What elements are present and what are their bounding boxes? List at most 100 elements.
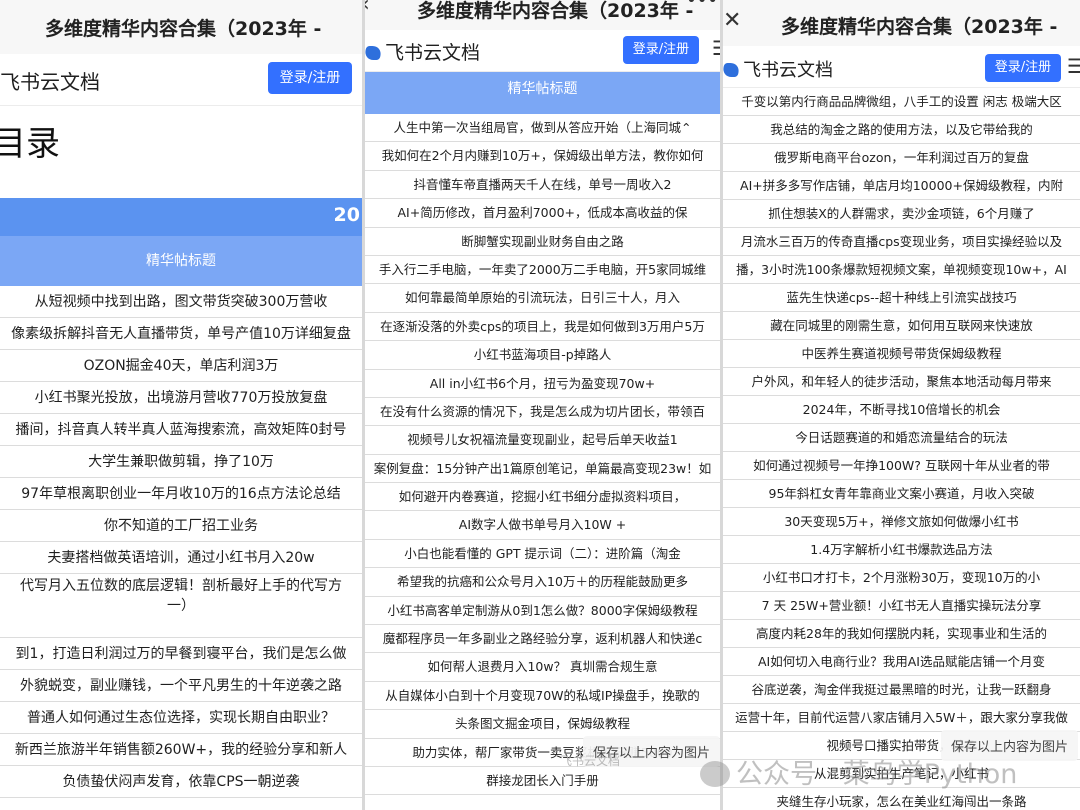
table-row[interactable]: 小红书蓝海项目-p掉路人 (365, 341, 720, 370)
table-row[interactable]: 从自媒体小白到十个月变现70W的私域IP操盘手，挽歌的 (365, 682, 720, 711)
table-row[interactable]: 播间，抖音真人转半真人蓝海搜索流，高效矩阵0封号 (0, 414, 362, 446)
table-row[interactable]: 如何帮人退费月入10w？ 真圳需合规生意 (365, 653, 720, 682)
table-row[interactable]: 如何通过视频号一年挣100W? 互联网十年从业者的带 (723, 452, 1080, 480)
table-row[interactable]: AI数字人做书单号月入10W + (365, 511, 720, 540)
table-row[interactable]: 谷底逆袭，淘金伴我挺过最黑暗的时光，让我一跃翻身 (723, 676, 1080, 704)
app-name: 飞书云文档 (743, 60, 833, 81)
feishu-header: 飞书云文档 登录/注册 ☰ (723, 46, 1080, 88)
app-name: 飞书云文档 (0, 70, 100, 94)
table-row[interactable]: 你不知道的工厂招工业务 (0, 510, 362, 542)
table-row[interactable]: 1.4万字解析小红书爆款选品方法 (723, 536, 1080, 564)
login-register-button[interactable]: 登录/注册 (623, 36, 699, 64)
app-name: 飞书云文档 (385, 42, 481, 64)
doc-title: 多维度精华内容合集（2023年 - (417, 0, 694, 22)
table-row[interactable]: OZON掘金40天，单店利润3万 (0, 350, 362, 382)
table-row[interactable]: AI+简历修改，首月盈利7000+，低成本高收益的保 (365, 199, 720, 228)
table-row[interactable]: 大学生兼职做剪辑，挣了10万 (0, 446, 362, 478)
table-row[interactable]: 今日话题赛道的和婚恋流量结合的玩法 (723, 424, 1080, 452)
table-row[interactable]: 到1，打造日利润过万的早餐到寝平台，我们是怎么做 (0, 638, 362, 670)
faint-overlay-text: 飞书云文档 (560, 754, 621, 768)
feishu-header: 飞书云文档 登录/注册 ☰ (365, 30, 720, 72)
screenshot-panel-2: ‹ 多维度精华内容合集（2023年 - ••• 飞书云文档 登录/注册 ☰ 精华… (362, 0, 720, 810)
login-register-button[interactable]: 登录/注册 (985, 54, 1061, 82)
table-row[interactable]: 希望我的抗癌和公众号月入10万＋的历程能鼓励更多 (365, 568, 720, 597)
table-row[interactable]: 我总结的淘金之路的使用方法，以及它带给我的 (723, 116, 1080, 144)
table-row[interactable]: 如何靠最简单原始的引流玩法，日引三十人，月入 (365, 284, 720, 313)
table-row[interactable]: 外貌蜕变，副业赚钱，一个平凡男生的十年逆袭之路 (0, 670, 362, 702)
app-name-wrap: 飞书云文档 (723, 56, 833, 82)
table-row[interactable]: 夫妻搭档做英语培训，通过小红书月入20w (0, 542, 362, 574)
wechat-watermark-icon (700, 761, 730, 787)
table-row[interactable]: 千变以第内行商品品牌微组，八手工的设置 闲志 极端大区 (723, 88, 1080, 116)
table-row[interactable]: 群接龙团长入门手册 (365, 767, 720, 796)
table-row[interactable]: 案例复盘：15分钟产出1篇原创笔记，单篇最高变现23w！如 (365, 455, 720, 484)
year-fragment: 20 (333, 204, 360, 226)
wechat-title-bar: 多维度精华内容合集（2023年 - (0, 0, 362, 54)
table-row[interactable]: AI如何切入电商行业？我用AI选品赋能店铺一个月变 (723, 648, 1080, 676)
table-row[interactable]: 抓住想装X的人群需求，卖沙金项链，6个月赚了 (723, 200, 1080, 228)
table-row[interactable]: 高度内耗28年的我如何摆脱内耗，实现事业和生活的 (723, 620, 1080, 648)
app-name-wrap: 飞书云文档 (365, 38, 480, 65)
feishu-logo-icon (365, 46, 383, 60)
watermark-text: 公众号 · 菜鸟学Python (736, 759, 1018, 790)
table-row[interactable]: 抖音懂车帝直播两天千人在线，单号一周收入2 (365, 171, 720, 200)
table-row[interactable]: 运营十年，目前代运营八家店铺月入5W＋，跟大家分享我做 (723, 704, 1080, 732)
feishu-header: 飞书云文档 登录/注册 (0, 54, 362, 106)
table-row[interactable]: 夹缝生存小玩家，怎么在美业红海闯出一条路 (723, 788, 1080, 810)
more-icon[interactable]: ••• (686, 0, 718, 11)
table-row[interactable]: 95年斜杠女青年靠商业文案小赛道，月收入突破 (723, 480, 1080, 508)
table-row[interactable]: 魔都程序员一年多副业之路经验分享，返利机器人和快递c (365, 625, 720, 654)
toc-heading: 目录 (0, 124, 60, 164)
table-row[interactable]: 藏在同城里的刚需生意，如何用互联网来快速放 (723, 312, 1080, 340)
table-row[interactable]: 蓝先生快递cps--超十种线上引流实战技巧 (723, 284, 1080, 312)
table-row[interactable]: 7 天 25W+营业额！小红书无人直播实操玩法分享 (723, 592, 1080, 620)
table-row[interactable]: 30天变现5万+，禅修文旅如何做爆小红书 (723, 508, 1080, 536)
table-row[interactable]: 在逐渐没落的外卖cps的项目上，我是如何做到3万用户5万 (365, 313, 720, 342)
table-row[interactable]: 在没有什么资源的情况下，我是怎么成为切片团长，带领百 (365, 398, 720, 427)
table-row[interactable]: 户外风，和年轻人的徒步活动，聚焦本地活动每月带来 (723, 368, 1080, 396)
close-icon[interactable]: ✕ (723, 8, 741, 33)
table-row[interactable]: 2024年，不断寻找10倍增长的机会 (723, 396, 1080, 424)
screenshot-panel-1: 多维度精华内容合集（2023年 - 飞书云文档 登录/注册 目录 20 精华帖标… (0, 0, 362, 810)
table-row[interactable]: AI+拼多多写作店铺，单店月均10000+保姆级教程，内附 (723, 172, 1080, 200)
table-row[interactable]: 小红书口才打卡，2个月涨粉30万，变现10万的小 (723, 564, 1080, 592)
doc-title: 多维度精华内容合集（2023年 - (781, 16, 1058, 38)
doc-title: 多维度精华内容合集（2023年 - (45, 18, 322, 40)
essence-post-list: 人生中第一次当组局官，做到从答应开始（上海同城⌃ 我如何在2个月内赚到10万+，保… (365, 114, 720, 796)
essence-post-list: 从短视频中找到出路，图文带货突破300万营收 像素级拆解抖音无人直播带货，单号产值… (0, 286, 362, 798)
table-row[interactable]: 俄罗斯电商平台ozon，一年利润过百万的复盘 (723, 144, 1080, 172)
table-row[interactable]: 新西兰旅游半年销售额260W+，我的经验分享和新人 (0, 734, 362, 766)
table-row[interactable]: 负债蛰伏闷声发育，依靠CPS一朝逆袭 (0, 766, 362, 798)
table-row[interactable]: 像素级拆解抖音无人直播带货，单号产值10万详细复盘 (0, 318, 362, 350)
menu-icon[interactable]: ☰ (712, 36, 720, 60)
back-icon[interactable]: ‹ (365, 0, 370, 17)
column-header: 精华帖标题 (0, 236, 362, 286)
table-row[interactable]: 小红书聚光投放，出境游月营收770万投放复盘 (0, 382, 362, 414)
login-register-button[interactable]: 登录/注册 (268, 62, 352, 94)
table-row[interactable]: 视频号儿女祝福流量变现副业，起号后单天收益1 (365, 426, 720, 455)
table-row[interactable]: 头条图文掘金项目，保姆级教程 (365, 710, 720, 739)
table-row[interactable]: All in小红书6个月，扭亏为盈变现70w+ (365, 370, 720, 398)
essence-post-list: 千变以第内行商品品牌微组，八手工的设置 闲志 极端大区 我总结的淘金之路的使用方法… (723, 88, 1080, 810)
table-row[interactable]: 从短视频中找到出路，图文带货突破300万营收 (0, 286, 362, 318)
table-row[interactable]: 小白也能看懂的 GPT 提示词（二）：进阶篇（淘金 (365, 540, 720, 569)
table-row[interactable]: 人生中第一次当组局官，做到从答应开始（上海同城⌃ (365, 114, 720, 143)
table-row[interactable]: 断脚蟹实现副业财务自由之路 (365, 228, 720, 256)
table-row[interactable]: 如何避开内卷赛道，挖掘小红书细分虚拟资料项目， (365, 483, 720, 512)
watermark: 公众号 · 菜鸟学Python (700, 752, 1017, 791)
table-row[interactable]: 播，3小时洗100条爆款短视频文案，单视频变现10w+，AI (723, 256, 1080, 284)
screenshot-panel-3: ✕ 多维度精华内容合集（2023年 - 飞书云文档 登录/注册 ☰ 千变以第内行… (720, 0, 1080, 810)
table-row[interactable]: 中医养生赛道视频号带货保姆级教程 (723, 340, 1080, 368)
table-row[interactable]: 普通人如何通过生态位选择，实现长期自由职业？ (0, 702, 362, 734)
table-row[interactable]: 手入行二手电脑，一年卖了2000万二手电脑，开5家同城维 (365, 256, 720, 285)
table-row[interactable]: 97年草根离职创业一年月收10万的16点方法论总结 (0, 478, 362, 510)
table-row[interactable]: 小红书高客单定制游从0到1怎么做？8000字保姆级教程 (365, 597, 720, 626)
wechat-title-bar: ‹ 多维度精华内容合集（2023年 - ••• (365, 0, 720, 30)
table-row[interactable]: 月流水三百万的传奇直播cps变现业务，项目实操经验以及 (723, 228, 1080, 256)
wechat-title-bar: ✕ 多维度精华内容合集（2023年 - (723, 0, 1080, 46)
menu-icon[interactable]: ☰ (1067, 54, 1080, 78)
column-header: 精华帖标题 (365, 72, 720, 114)
table-row[interactable]: 我如何在2个月内赚到10万+，保姆级出单方法，教你如何 (365, 142, 720, 171)
table-row[interactable]: 代写月入五位数的底层逻辑！剖析最好上手的代写方 一） (0, 574, 362, 638)
year-banner: 20 (0, 198, 362, 236)
